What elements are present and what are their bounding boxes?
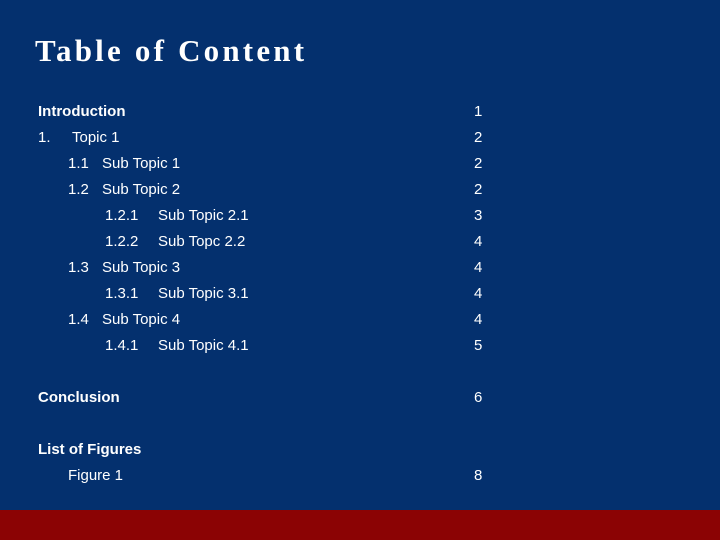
toc-entry-text: Sub Topic 4 <box>102 311 181 328</box>
page-title: Table of Content <box>35 33 308 68</box>
toc-entry-page-number: 2 <box>474 129 483 146</box>
slide-canvas: Table of Content Introduction 1 1. Topic 1 2… <box>0 0 720 540</box>
toc-entry-label: 1.2.2 Sub Topc 2.2 <box>105 229 245 255</box>
toc-entry[interactable]: 1.2.1 Sub Topic 2.1 3 <box>0 203 720 229</box>
toc-entry-page-number: 4 <box>474 311 483 328</box>
toc-entry-page-number: 4 <box>474 285 483 302</box>
toc-entry-text: Sub Topic 3 <box>102 259 181 276</box>
toc-entry-text: Sub Topic 3.1 <box>158 285 249 302</box>
toc-entry-label: 1.1 Sub Topic 1 <box>68 151 180 177</box>
toc-entry-label: Introduction <box>38 99 125 125</box>
toc-entry-label: 1.4.1 Sub Topic 4.1 <box>105 333 249 359</box>
toc-entry-label: 1.3 Sub Topic 3 <box>68 255 180 281</box>
toc-entry-label: 1.2 Sub Topic 2 <box>68 177 180 203</box>
toc-entry[interactable]: 1.3.1 Sub Topic 3.1 4 <box>0 281 720 307</box>
toc-entry-text: Introduction <box>38 103 126 120</box>
toc-entry-page-number: 2 <box>474 181 483 198</box>
toc-entry-page-number: 5 <box>474 337 483 354</box>
toc-entry-label: 1.4 Sub Topic 4 <box>68 307 180 333</box>
toc-entry-text: Figure 1 <box>68 467 124 484</box>
toc-entry[interactable]: 1.4 Sub Topic 4 4 <box>0 307 720 333</box>
toc-entry-page-number: 4 <box>474 233 483 250</box>
toc-entry-page-number: 6 <box>474 389 483 406</box>
toc-entry-label: 1. Topic 1 <box>38 125 120 151</box>
toc-entry-page-number: 4 <box>474 259 483 276</box>
toc-entry[interactable]: Conclusion 6 <box>0 385 720 411</box>
toc-entry-page-number: 2 <box>474 155 483 172</box>
toc-entry-text: Sub Topic 1 <box>102 155 181 172</box>
toc-entry-label: 1.3.1 Sub Topic 3.1 <box>105 281 249 307</box>
toc-entry[interactable]: 1.4.1 Sub Topic 4.1 5 <box>0 333 720 359</box>
toc-entry[interactable]: 1.2.2 Sub Topc 2.2 4 <box>0 229 720 255</box>
toc-entry[interactable]: 1. Topic 1 2 <box>0 125 720 151</box>
toc-entry-label: List of Figures <box>38 437 141 463</box>
table-of-contents-list: Introduction 1 1. Topic 1 2 1.1 Sub Topic 1 2 1.… <box>0 99 720 489</box>
toc-entry-number: 1.2.1 <box>105 207 139 224</box>
toc-entry-number: 1.4 <box>68 311 89 328</box>
toc-entry-number: 1.2 <box>68 181 89 198</box>
toc-entry-label: Figure 1 <box>68 463 123 489</box>
toc-entry[interactable]: Figure 1 8 <box>0 463 720 489</box>
toc-entry[interactable]: List of Figures <box>0 437 720 463</box>
toc-entry-number: 1.3.1 <box>105 285 139 302</box>
toc-entry-text: Sub Topic 2 <box>102 181 181 198</box>
toc-entry-page-number: 1 <box>474 103 483 120</box>
footer-accent-bar <box>0 510 720 540</box>
toc-entry-number: 1.3 <box>68 259 89 276</box>
toc-entry[interactable]: 1.2 Sub Topic 2 2 <box>0 177 720 203</box>
toc-entry-number: 1.2.2 <box>105 233 139 250</box>
toc-entry-number: 1.1 <box>68 155 89 172</box>
toc-entry-text: Conclusion <box>38 389 120 406</box>
toc-entry-number: 1.4.1 <box>105 337 139 354</box>
toc-entry[interactable]: Introduction 1 <box>0 99 720 125</box>
toc-entry-text: Sub Topic 4.1 <box>158 337 249 354</box>
toc-entry-number: 1. <box>38 129 51 146</box>
toc-entry-page-number: 3 <box>474 207 483 224</box>
toc-entry[interactable]: 1.3 Sub Topic 3 4 <box>0 255 720 281</box>
toc-entry-label: Conclusion <box>38 385 120 411</box>
toc-entry-text: Topic 1 <box>72 129 120 146</box>
toc-entry-page-number: 8 <box>474 467 483 484</box>
toc-entry[interactable]: 1.1 Sub Topic 1 2 <box>0 151 720 177</box>
toc-entry-text: Sub Topc 2.2 <box>158 233 246 250</box>
toc-entry-text: Sub Topic 2.1 <box>158 207 249 224</box>
toc-entry-label: 1.2.1 Sub Topic 2.1 <box>105 203 249 229</box>
toc-entry-text: List of Figures <box>38 441 142 458</box>
